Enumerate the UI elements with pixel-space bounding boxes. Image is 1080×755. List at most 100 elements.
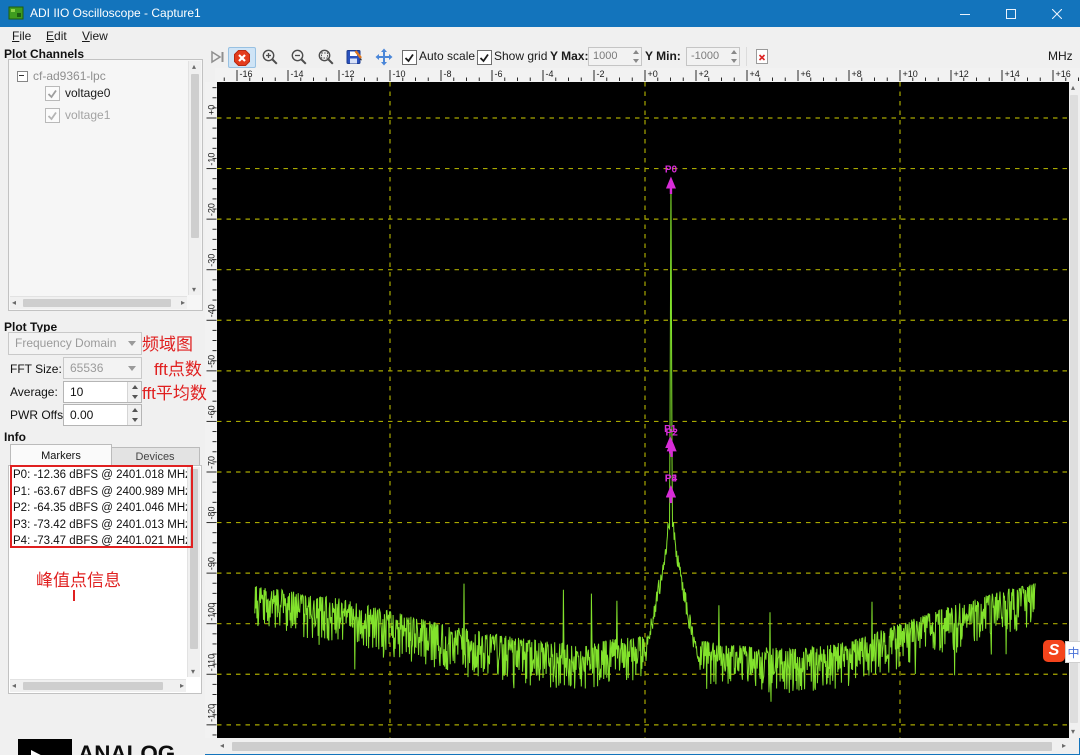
pwr-offset-spinbox[interactable]: 0.00 [63, 404, 142, 426]
chevron-down-icon [128, 341, 136, 346]
svg-text:-110: -110 [207, 654, 217, 671]
svg-text:-70: -70 [207, 456, 217, 469]
y-min-input[interactable]: -1000 [686, 47, 740, 66]
svg-text:-60: -60 [207, 405, 217, 418]
input-method-mode[interactable]: 中 [1065, 641, 1080, 663]
input-method-indicator[interactable]: S 中 [1043, 640, 1080, 663]
list-horizontal-scrollbar[interactable]: ◂ ▸ [10, 679, 186, 692]
fft-size-dropdown[interactable]: 65536 [63, 357, 142, 379]
svg-text:+2: +2 [699, 69, 709, 79]
sogou-icon[interactable]: S [1043, 640, 1065, 662]
maximize-button[interactable] [988, 0, 1034, 27]
scroll-right-icon[interactable]: ▸ [181, 299, 185, 307]
svg-text:-14: -14 [291, 69, 304, 79]
zoom-out-icon[interactable] [289, 47, 309, 66]
scroll-down-icon[interactable]: ▾ [192, 286, 196, 294]
adi-logo-icon [18, 739, 72, 755]
scroll-right-icon[interactable]: ▸ [180, 682, 184, 690]
scroll-right-icon[interactable]: ▸ [1062, 742, 1066, 750]
spinner-arrows[interactable] [728, 48, 739, 65]
tree-device-label[interactable]: cf-ad9361-lpc [33, 69, 106, 83]
toolbar-separator [746, 47, 747, 66]
svg-text:-16: -16 [240, 69, 253, 79]
minimize-button[interactable] [942, 0, 988, 27]
scroll-down-icon[interactable]: ▾ [1071, 728, 1075, 736]
tree-horizontal-scrollbar[interactable]: ◂ ▸ [10, 296, 187, 309]
annotation-plot-type: 频域图 [142, 335, 193, 354]
auto-scale-checkbox[interactable] [402, 50, 417, 65]
annotation-caret [73, 590, 75, 601]
capture-play-icon[interactable] [208, 47, 228, 66]
svg-text:+0: +0 [207, 105, 217, 115]
annotation-box [10, 465, 193, 548]
fft-size-label: FFT Size: [10, 362, 62, 376]
tree-expander-icon[interactable] [17, 71, 28, 82]
peak-marker-P2[interactable]: P2 [666, 427, 679, 457]
adi-logo-text: ANALOG DEVICES [78, 741, 177, 755]
close-button[interactable] [1034, 0, 1080, 27]
svg-text:+12: +12 [954, 69, 969, 79]
tree-channel-voltage0[interactable]: voltage0 [65, 86, 110, 100]
scroll-down-icon[interactable]: ▾ [191, 668, 195, 676]
y-min-value: -1000 [691, 50, 720, 62]
annotation-fft-size: fft点数 [154, 360, 202, 379]
plot-channels-tree: cf-ad9361-lpc voltage0 voltage1 ▴ ▾ ◂ ▸ [8, 59, 203, 311]
scroll-left-icon[interactable]: ◂ [12, 682, 16, 690]
average-spinbox[interactable]: 10 [63, 381, 142, 403]
svg-text:P2: P2 [666, 427, 679, 438]
stop-capture-icon[interactable] [228, 47, 256, 68]
average-label: Average: [10, 385, 58, 399]
spectrum-plot-canvas[interactable]: P0 P1 P2 P3 P4 [217, 82, 1069, 738]
peak-marker-P0[interactable]: P0 [665, 165, 678, 195]
pan-icon[interactable] [374, 47, 394, 66]
svg-text:+16: +16 [1056, 69, 1071, 79]
spinner-arrows[interactable] [127, 405, 141, 425]
svg-text:-50: -50 [207, 355, 217, 368]
scroll-up-icon[interactable]: ▴ [192, 63, 196, 71]
spinner-arrows[interactable] [630, 48, 641, 65]
svg-text:P0: P0 [665, 165, 678, 176]
tab-devices[interactable]: Devices [110, 447, 200, 467]
svg-text:-100: -100 [207, 603, 217, 621]
show-grid-label: Show grid [494, 49, 548, 63]
zoom-fit-icon[interactable] [316, 47, 336, 66]
menu-bar: File Edit View [0, 27, 1080, 46]
y-max-input[interactable]: 1000 [588, 47, 642, 66]
y-max-value: 1000 [593, 50, 618, 62]
x-axis-unit-label: MHz [1048, 49, 1073, 63]
chevron-down-icon [128, 366, 136, 371]
spinner-arrows[interactable] [127, 382, 141, 402]
menu-item-file[interactable]: File [8, 28, 35, 44]
menu-item-edit[interactable]: Edit [42, 28, 71, 44]
svg-text:-8: -8 [444, 69, 452, 79]
auto-scale-label: Auto scale [419, 49, 476, 63]
tree-channel-voltage1[interactable]: voltage1 [65, 108, 110, 122]
show-grid-checkbox[interactable] [477, 50, 492, 65]
plot-type-dropdown[interactable]: Frequency Domain [8, 332, 142, 355]
svg-text:+0: +0 [648, 69, 658, 79]
tab-markers[interactable]: Markers [10, 444, 112, 466]
svg-text:-6: -6 [495, 69, 503, 79]
pwr-offset-value: 0.00 [70, 408, 94, 422]
svg-text:-80: -80 [207, 507, 217, 520]
svg-text:-90: -90 [207, 557, 217, 570]
svg-text:+4: +4 [750, 69, 760, 79]
annotation-markers: 峰值点信息 [36, 571, 121, 590]
voltage1-checkbox[interactable] [45, 108, 60, 123]
zoom-in-icon[interactable] [260, 47, 280, 66]
plot-horizontal-scrollbar[interactable]: ◂ ▸ [217, 740, 1069, 753]
plot-type-value: Frequency Domain [15, 336, 117, 350]
scroll-up-icon[interactable]: ▴ [1071, 84, 1075, 92]
scroll-left-icon[interactable]: ◂ [12, 299, 16, 307]
menu-item-view[interactable]: View [78, 28, 112, 44]
save-icon[interactable] [344, 47, 364, 66]
app-window: ADI IIO Oscilloscope - Capture1 File Edit… [0, 0, 1080, 755]
scroll-left-icon[interactable]: ◂ [220, 742, 224, 750]
voltage0-checkbox[interactable] [45, 86, 60, 101]
title-bar: ADI IIO Oscilloscope - Capture1 [0, 0, 1080, 27]
svg-text:-10: -10 [207, 153, 217, 166]
y-axis-ruler: +0 -10 -20 -30 -40 -50 -60 -70 -80 -90 -100 -110 -12… [205, 82, 217, 738]
new-plot-icon[interactable] [752, 47, 772, 66]
tree-vertical-scrollbar[interactable]: ▴ ▾ [188, 61, 201, 295]
peak-marker-P4[interactable]: P4 [665, 474, 678, 504]
